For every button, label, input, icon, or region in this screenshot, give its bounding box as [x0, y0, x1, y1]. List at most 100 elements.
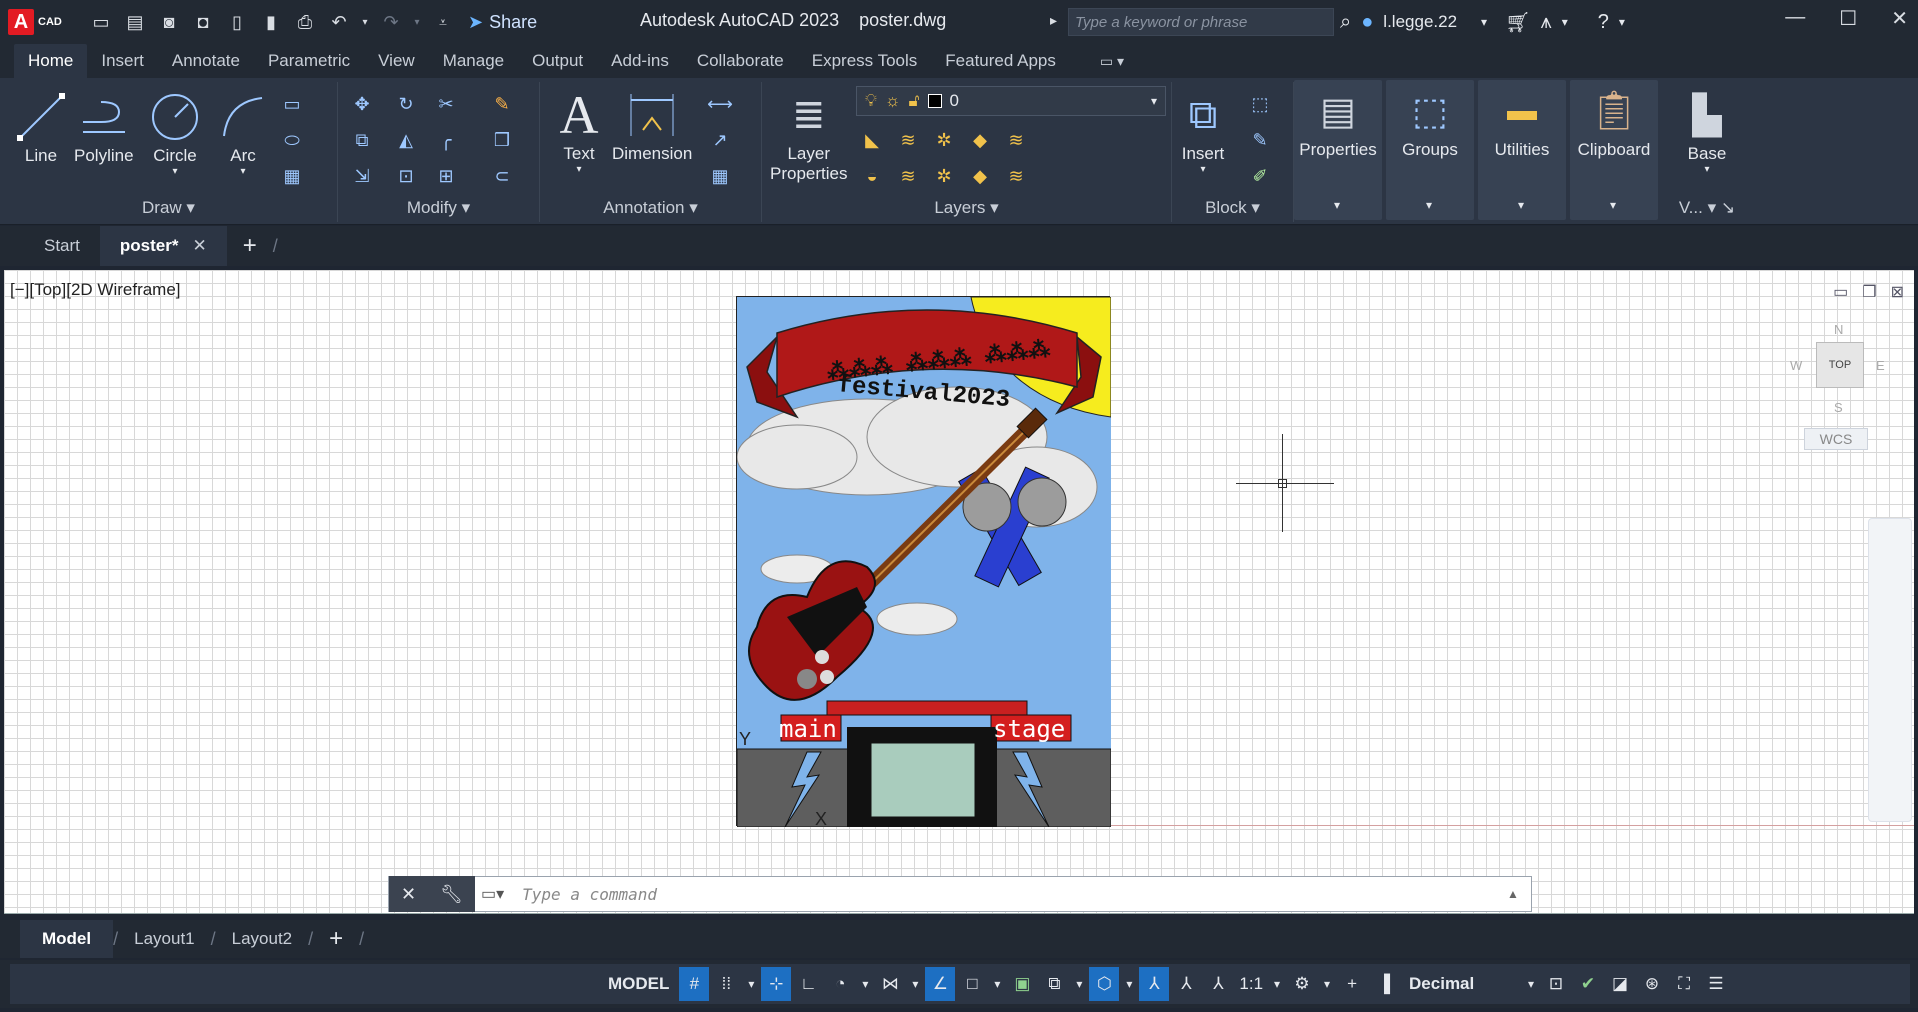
isolate-objects-icon[interactable]: ◪	[1605, 967, 1635, 1001]
tab-collaborate[interactable]: Collaborate	[683, 44, 798, 78]
line-button[interactable]: Line	[16, 92, 66, 166]
tab-home[interactable]: Home	[14, 44, 88, 78]
3d-object-snap-icon[interactable]: ⬡	[1089, 967, 1120, 1001]
move-icon[interactable]: ✥	[348, 90, 376, 118]
tab-featured-apps[interactable]: Featured Apps	[931, 44, 1070, 78]
redo-icon[interactable]: ↷	[378, 9, 404, 35]
offset-icon[interactable]: ⊂	[488, 162, 516, 190]
utilities-dropdown-icon[interactable]: ▾	[1518, 198, 1524, 212]
command-customize-icon[interactable]: 🔧︎	[440, 884, 463, 905]
workspace-gear-icon[interactable]: ⚙	[1287, 967, 1317, 1001]
viewcube-top-face[interactable]: TOP	[1816, 342, 1864, 388]
erase-icon[interactable]: ✎	[488, 90, 516, 118]
tab-view[interactable]: View	[364, 44, 429, 78]
customization-menu-icon[interactable]: ☰	[1701, 967, 1731, 1001]
properties-dropdown-icon[interactable]: ▾	[1334, 198, 1340, 212]
leader-icon[interactable]: ↗	[706, 126, 734, 154]
annotation-panel-title[interactable]: Annotation ▾	[540, 198, 761, 218]
annotation-scale-value[interactable]: 1:1	[1235, 967, 1267, 1001]
help-dropdown-icon[interactable]: ▾	[1619, 15, 1625, 29]
command-recent-icon[interactable]: ▭▾	[475, 884, 510, 904]
wcs-menu[interactable]: WCS	[1804, 428, 1868, 450]
groups-dropdown-icon[interactable]: ▾	[1426, 198, 1432, 212]
snap-dropdown-icon[interactable]: ▾	[743, 967, 759, 1001]
command-input[interactable]: Type a command	[510, 885, 1507, 904]
rotate-icon[interactable]: ↻	[392, 90, 420, 118]
isodraft-icon[interactable]: ⋈	[875, 967, 905, 1001]
layer-tool-5-icon[interactable]: ≋	[1002, 126, 1030, 154]
quick-properties-icon[interactable]: ⊡	[1541, 967, 1571, 1001]
share-button[interactable]: ➤ Share	[468, 12, 537, 33]
tab-annotate[interactable]: Annotate	[158, 44, 254, 78]
lineweight-icon[interactable]: ▣	[1007, 967, 1037, 1001]
trim-icon[interactable]: ✂	[432, 90, 460, 118]
modify-panel-title[interactable]: Modify ▾	[338, 198, 539, 218]
layer-tool-9-icon[interactable]: ◆	[966, 162, 994, 190]
circle-button[interactable]: Circle ▾	[150, 92, 200, 177]
arc-dropdown-icon[interactable]: ▾	[240, 166, 245, 177]
clipboard-button[interactable]: 📋︎ Clipboard	[1570, 86, 1658, 160]
layer-tool-4-icon[interactable]: ◆	[966, 126, 994, 154]
rectangle-icon[interactable]: ▭	[278, 90, 306, 118]
redo-dropdown-icon[interactable]: ▾	[412, 9, 422, 35]
properties-button[interactable]: ▤ Properties	[1294, 86, 1382, 160]
dimension-button[interactable]: Dimension	[612, 90, 692, 164]
units-value[interactable]: Decimal	[1401, 967, 1521, 1001]
workspace-dropdown-icon[interactable]: ▾	[1319, 967, 1335, 1001]
insert-button[interactable]: ⧉ Insert ▾	[1178, 90, 1228, 176]
layer-tool-7-icon[interactable]: ≋	[894, 162, 922, 190]
viewcube-west[interactable]: W	[1790, 358, 1802, 373]
layer-tool-2-icon[interactable]: ≋	[894, 126, 922, 154]
dynamic-input-icon[interactable]: ⊹	[761, 967, 792, 1001]
properties-panel[interactable]: ▤ Properties ▾	[1294, 80, 1382, 220]
hardware-acceleration-icon[interactable]: ⊛	[1637, 967, 1667, 1001]
block-attribute-icon[interactable]: ✐	[1246, 162, 1274, 190]
layer-tool-1-icon[interactable]: ◣	[858, 126, 886, 154]
save-as-icon[interactable]: ◘	[190, 9, 216, 35]
viewport-controls-label[interactable]: [−][Top][2D Wireframe]	[10, 280, 181, 300]
file-tab-start[interactable]: Start	[0, 226, 100, 266]
base-view-button[interactable]: ▙ Base ▾	[1662, 90, 1752, 176]
navigation-bar[interactable]	[1868, 518, 1912, 822]
tab-output[interactable]: Output	[518, 44, 597, 78]
user-name[interactable]: l.legge.22	[1383, 12, 1457, 32]
drawing-canvas[interactable]: [−][Top][2D Wireframe] ▭ ❐ ⊠ ⁂⁂⁂ ⁂⁂⁂ ⁂⁂⁂…	[4, 270, 1914, 914]
units-icon[interactable]: ▐	[1369, 967, 1399, 1001]
grid-icon[interactable]: #	[679, 967, 710, 1001]
search-icon[interactable]: ⌕	[1340, 11, 1351, 34]
viewcube-north[interactable]: N	[1834, 322, 1843, 337]
new-layout-icon[interactable]: +	[313, 925, 359, 953]
hatch-icon[interactable]: ▦	[278, 162, 306, 190]
circle-dropdown-icon[interactable]: ▾	[172, 166, 177, 177]
ortho-icon[interactable]: ∟	[793, 967, 823, 1001]
groups-panel[interactable]: ⬚ Groups ▾	[1386, 80, 1474, 220]
clipboard-dropdown-icon[interactable]: ▾	[1610, 198, 1616, 212]
object-snap-tracking-icon[interactable]: ∠	[925, 967, 956, 1001]
ellipse-icon[interactable]: ⬭	[278, 126, 306, 154]
command-close-icon[interactable]: ✕	[401, 884, 416, 905]
viewport-restore-icon[interactable]: ❐	[1862, 282, 1876, 302]
command-history-icon[interactable]: ▲	[1507, 887, 1531, 901]
viewcube[interactable]: N W E S TOP WCS	[1764, 310, 1904, 480]
object-snap-icon[interactable]: □	[957, 967, 987, 1001]
layout-tab-model[interactable]: Model	[20, 920, 114, 958]
3d-osnap-dropdown-icon[interactable]: ▾	[1121, 967, 1137, 1001]
help-icon[interactable]: ?	[1598, 11, 1609, 34]
user-dropdown-icon[interactable]: ▾	[1481, 15, 1487, 29]
plot-icon[interactable]: ⎙	[292, 9, 318, 35]
layer-tool-6-icon[interactable]: ◒	[858, 162, 886, 190]
tab-express-tools[interactable]: Express Tools	[798, 44, 932, 78]
open-folder-icon[interactable]: ▤	[122, 9, 148, 35]
file-tab-poster[interactable]: poster* ✕	[99, 226, 227, 266]
arc-button[interactable]: Arc ▾	[218, 92, 268, 177]
open-from-web-icon[interactable]: ▯	[224, 9, 250, 35]
layer-tool-3-icon[interactable]: ✲	[930, 126, 958, 154]
selection-cycling-dropdown-icon[interactable]: ▾	[1071, 967, 1087, 1001]
annotation-visibility-icon[interactable]: ⅄	[1139, 967, 1170, 1001]
user-icon[interactable]: ●	[1361, 11, 1373, 34]
lock-ui-icon[interactable]: ✔	[1573, 967, 1603, 1001]
array-icon[interactable]: ⊞	[432, 162, 460, 190]
search-input[interactable]: Type a keyword or phrase	[1068, 8, 1334, 36]
layer-properties-button[interactable]: ≣ Layer Properties	[770, 90, 847, 184]
transparency-icon[interactable]: ⧉	[1039, 967, 1069, 1001]
